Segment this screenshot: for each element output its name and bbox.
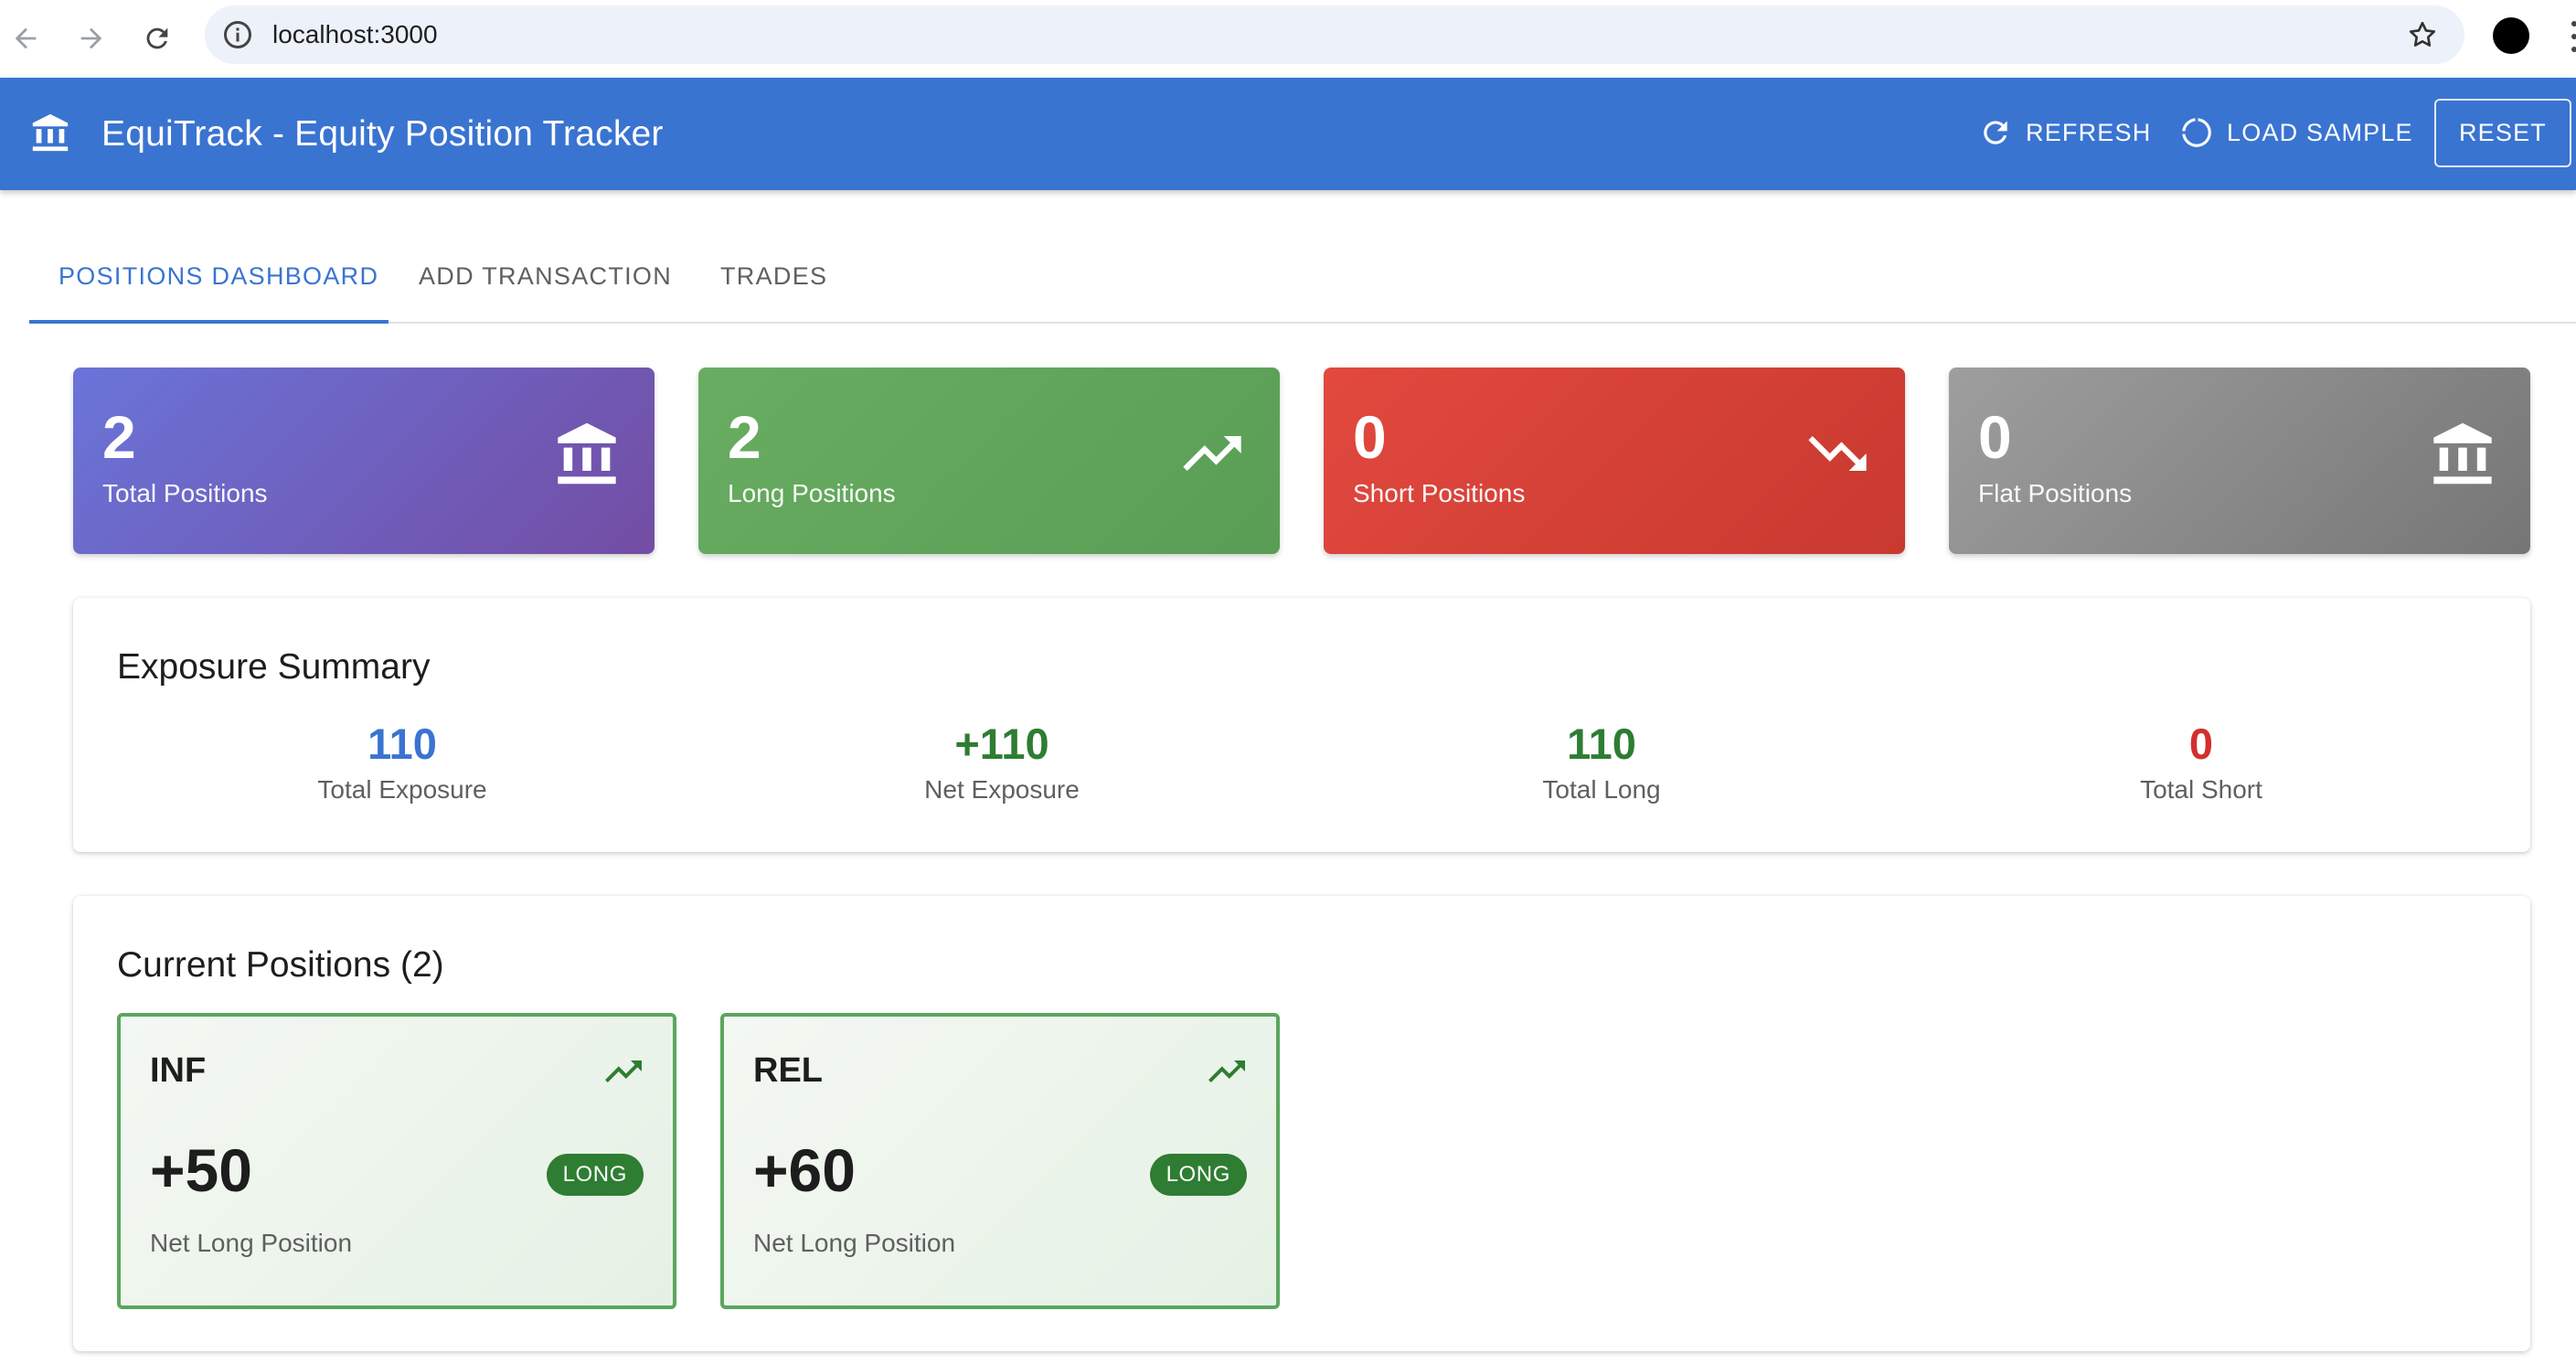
stat-value: 0 (1978, 403, 2012, 471)
long-badge: LONG (546, 1154, 644, 1196)
stat-value: 2 (102, 403, 136, 471)
stat-card-flat-positions: 0 Flat Positions (1949, 368, 2530, 554)
refresh-label: REFRESH (2026, 118, 2152, 146)
exp-value: +110 (954, 719, 1049, 768)
trending-up-icon (1208, 1060, 1245, 1082)
bank-icon (2433, 422, 2492, 485)
net-exposure-stat: +110 Net Exposure (773, 717, 1230, 808)
forward-arrow-icon (80, 27, 102, 49)
loading-circle-icon (2182, 118, 2211, 147)
app-bar: EquiTrack - Equity Position Tracker REFR… (0, 78, 2576, 190)
reload-button[interactable] (132, 13, 183, 64)
reset-label: RESET (2458, 119, 2548, 146)
stat-label: Flat Positions (1978, 479, 2133, 507)
stat-value: 0 (1353, 403, 1387, 471)
exp-value: 110 (1567, 719, 1636, 768)
star-icon[interactable] (2406, 18, 2439, 51)
position-card-rel[interactable]: REL +60 LONG Net Long Position (720, 1013, 1280, 1309)
profile-avatar[interactable] (2493, 17, 2529, 54)
stat-label: Short Positions (1353, 479, 1526, 507)
stat-label: Total Positions (102, 479, 268, 507)
position-label: Net Long Position (753, 1229, 956, 1257)
reload-icon (146, 27, 168, 49)
position-symbol: INF (150, 1051, 207, 1090)
position-quantity: +50 (150, 1136, 252, 1204)
exposure-summary-title: Exposure Summary (117, 647, 431, 687)
trending-up-icon (1183, 436, 1241, 471)
active-tab-indicator (29, 320, 389, 324)
tab-positions-dashboard[interactable]: POSITIONS DASHBOARD (59, 229, 378, 324)
stat-card-long-positions: 2 Long Positions (698, 368, 1280, 554)
exposure-summary-panel: Exposure Summary 110 Total Exposure +110… (73, 598, 2530, 852)
back-button[interactable] (0, 13, 51, 64)
exp-label: Total Long (1542, 775, 1661, 804)
position-card-inf[interactable]: INF +50 LONG Net Long Position (117, 1013, 676, 1309)
current-positions-title: Current Positions (2) (117, 945, 444, 985)
exp-value: 110 (367, 719, 437, 768)
refresh-icon (1984, 121, 2007, 144)
position-symbol: REL (753, 1051, 823, 1090)
trending-up-icon (605, 1060, 642, 1082)
stat-card-total-positions: 2 Total Positions (73, 368, 655, 554)
stat-label: Long Positions (728, 479, 896, 507)
kebab-menu-icon[interactable] (2560, 16, 2576, 57)
total-short-stat: 0 Total Short (1973, 717, 2430, 808)
exp-label: Total Short (2140, 775, 2262, 804)
position-quantity: +60 (753, 1136, 856, 1204)
stat-value: 2 (728, 403, 761, 471)
position-label: Net Long Position (150, 1229, 353, 1257)
tab-add-transaction[interactable]: ADD TRANSACTION (419, 229, 672, 324)
stat-card-short-positions: 0 Short Positions (1324, 368, 1905, 554)
tab-trades[interactable]: TRADES (720, 229, 827, 324)
load-sample-button[interactable]: LOAD SAMPLE (2179, 98, 2413, 167)
load-sample-label: LOAD SAMPLE (2227, 118, 2413, 146)
reset-button[interactable]: RESET (2434, 99, 2571, 167)
tab-bar: POSITIONS DASHBOARD ADD TRANSACTION TRAD… (29, 229, 2576, 324)
forward-button[interactable] (66, 13, 117, 64)
total-long-stat: 110 Total Long (1373, 717, 1830, 808)
exp-label: Net Exposure (924, 775, 1080, 804)
trending-down-icon (1808, 436, 1867, 471)
long-badge: LONG (1149, 1154, 1247, 1196)
app-title: EquiTrack - Equity Position Tracker (101, 114, 664, 154)
browser-toolbar: localhost:3000 (0, 0, 2576, 78)
current-positions-panel: Current Positions (2) INF +50 LONG Net L… (73, 896, 2530, 1351)
refresh-button[interactable]: REFRESH (1978, 98, 2151, 167)
exp-label: Total Exposure (317, 775, 487, 804)
address-bar[interactable]: localhost:3000 (205, 5, 2464, 64)
exp-value: 0 (2188, 719, 2214, 768)
bank-icon (32, 113, 69, 152)
bank-icon (558, 422, 616, 485)
url-text[interactable]: localhost:3000 (272, 5, 438, 64)
info-icon[interactable] (221, 18, 254, 51)
back-arrow-icon (15, 27, 37, 49)
total-exposure-stat: 110 Total Exposure (174, 717, 631, 808)
